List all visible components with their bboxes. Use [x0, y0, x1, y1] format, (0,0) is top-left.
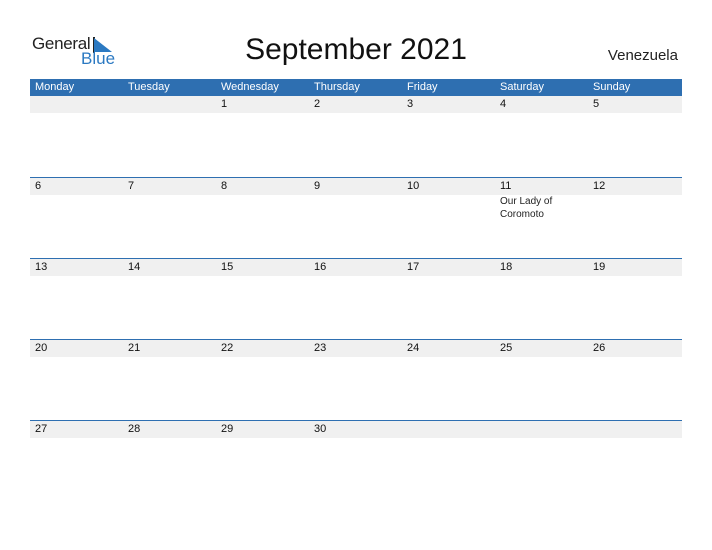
day-cell: 1	[216, 96, 309, 113]
day-number: 27	[35, 423, 48, 435]
day-cell: 24	[402, 340, 495, 357]
day-cell	[30, 96, 123, 113]
day-cell: 26	[588, 340, 681, 357]
day-number: 6	[35, 180, 42, 192]
day-cell: 19	[588, 259, 681, 276]
day-cell	[495, 421, 588, 438]
day-number	[402, 421, 495, 438]
day-cell: 18	[495, 259, 588, 276]
week-row: 13 14 15 16 17 18 19	[30, 258, 682, 339]
day-cell	[402, 421, 495, 438]
day-number: 9	[314, 180, 321, 192]
day-cell: 2	[309, 96, 402, 113]
day-cell: 12	[588, 178, 681, 195]
day-cell: 15	[216, 259, 309, 276]
holiday-label: Our Lady of Coromoto	[500, 196, 553, 220]
weekday-sunday: Sunday	[593, 81, 631, 93]
weekday-thursday: Thursday	[314, 81, 360, 93]
day-number: 20	[35, 342, 48, 354]
day-cell: 25	[495, 340, 588, 357]
day-number: 3	[407, 98, 414, 110]
weekday-header: Monday Tuesday Wednesday Thursday Friday Satu…	[30, 79, 682, 96]
day-cell: 7	[123, 178, 216, 195]
day-number	[588, 421, 681, 438]
day-number: 23	[314, 342, 327, 354]
day-number: 19	[593, 261, 606, 273]
day-cell: 28	[123, 421, 216, 438]
day-cell: 22	[216, 340, 309, 357]
day-cell: 14	[123, 259, 216, 276]
day-number: 21	[128, 342, 141, 354]
day-number	[495, 421, 588, 438]
day-cell: 16	[309, 259, 402, 276]
day-number: 12	[593, 180, 606, 192]
day-cell	[123, 96, 216, 113]
day-cell: 10	[402, 178, 495, 195]
day-number: 24	[407, 342, 420, 354]
day-number: 11	[500, 180, 512, 192]
day-cell: 17	[402, 259, 495, 276]
day-cell: 8	[216, 178, 309, 195]
day-number: 16	[314, 261, 327, 273]
day-number	[123, 96, 216, 113]
calendar-title: September 2021	[245, 33, 467, 66]
day-number: 14	[128, 261, 141, 273]
day-number: 29	[221, 423, 234, 435]
weekday-tuesday: Tuesday	[128, 81, 170, 93]
day-cell: 6	[30, 178, 123, 195]
day-cell: 11 Our Lady of Coromoto	[495, 178, 588, 221]
day-number: 2	[314, 98, 321, 110]
day-cell	[588, 421, 681, 438]
day-cell: 29	[216, 421, 309, 438]
day-number: 26	[593, 342, 606, 354]
week-row: 6 7 8 9 10 11 Our Lady of Coromoto 12	[30, 177, 682, 258]
day-number: 5	[593, 98, 600, 110]
day-number: 22	[221, 342, 234, 354]
country-label: Venezuela	[607, 47, 678, 64]
day-cell: 30	[309, 421, 402, 438]
day-number: 4	[500, 98, 507, 110]
weekday-monday: Monday	[35, 81, 75, 93]
week-row: 20 21 22 23 24 25 26	[30, 339, 682, 420]
weekday-saturday: Saturday	[500, 81, 545, 93]
day-number: 17	[407, 261, 420, 273]
day-cell: 21	[123, 340, 216, 357]
day-number: 13	[35, 261, 48, 273]
weekday-friday: Friday	[407, 81, 438, 93]
day-number: 10	[407, 180, 420, 192]
day-number: 7	[128, 180, 135, 192]
day-cell: 27	[30, 421, 123, 438]
day-number: 25	[500, 342, 513, 354]
week-row: 27 28 29 30	[30, 420, 682, 501]
day-cell: 9	[309, 178, 402, 195]
day-number: 15	[221, 261, 234, 273]
week-row: 1 2 3 4 5	[30, 96, 682, 176]
day-number: 1	[221, 98, 228, 110]
weekday-wednesday: Wednesday	[221, 81, 279, 93]
day-cell: 4	[495, 96, 588, 113]
day-number: 8	[221, 180, 228, 192]
day-cell: 5	[588, 96, 681, 113]
day-cell: 20	[30, 340, 123, 357]
day-number: 28	[128, 423, 141, 435]
day-number	[30, 96, 123, 113]
day-number: 18	[500, 261, 513, 273]
day-cell: 23	[309, 340, 402, 357]
day-cell: 3	[402, 96, 495, 113]
day-cell: 13	[30, 259, 123, 276]
day-number: 30	[314, 423, 327, 435]
